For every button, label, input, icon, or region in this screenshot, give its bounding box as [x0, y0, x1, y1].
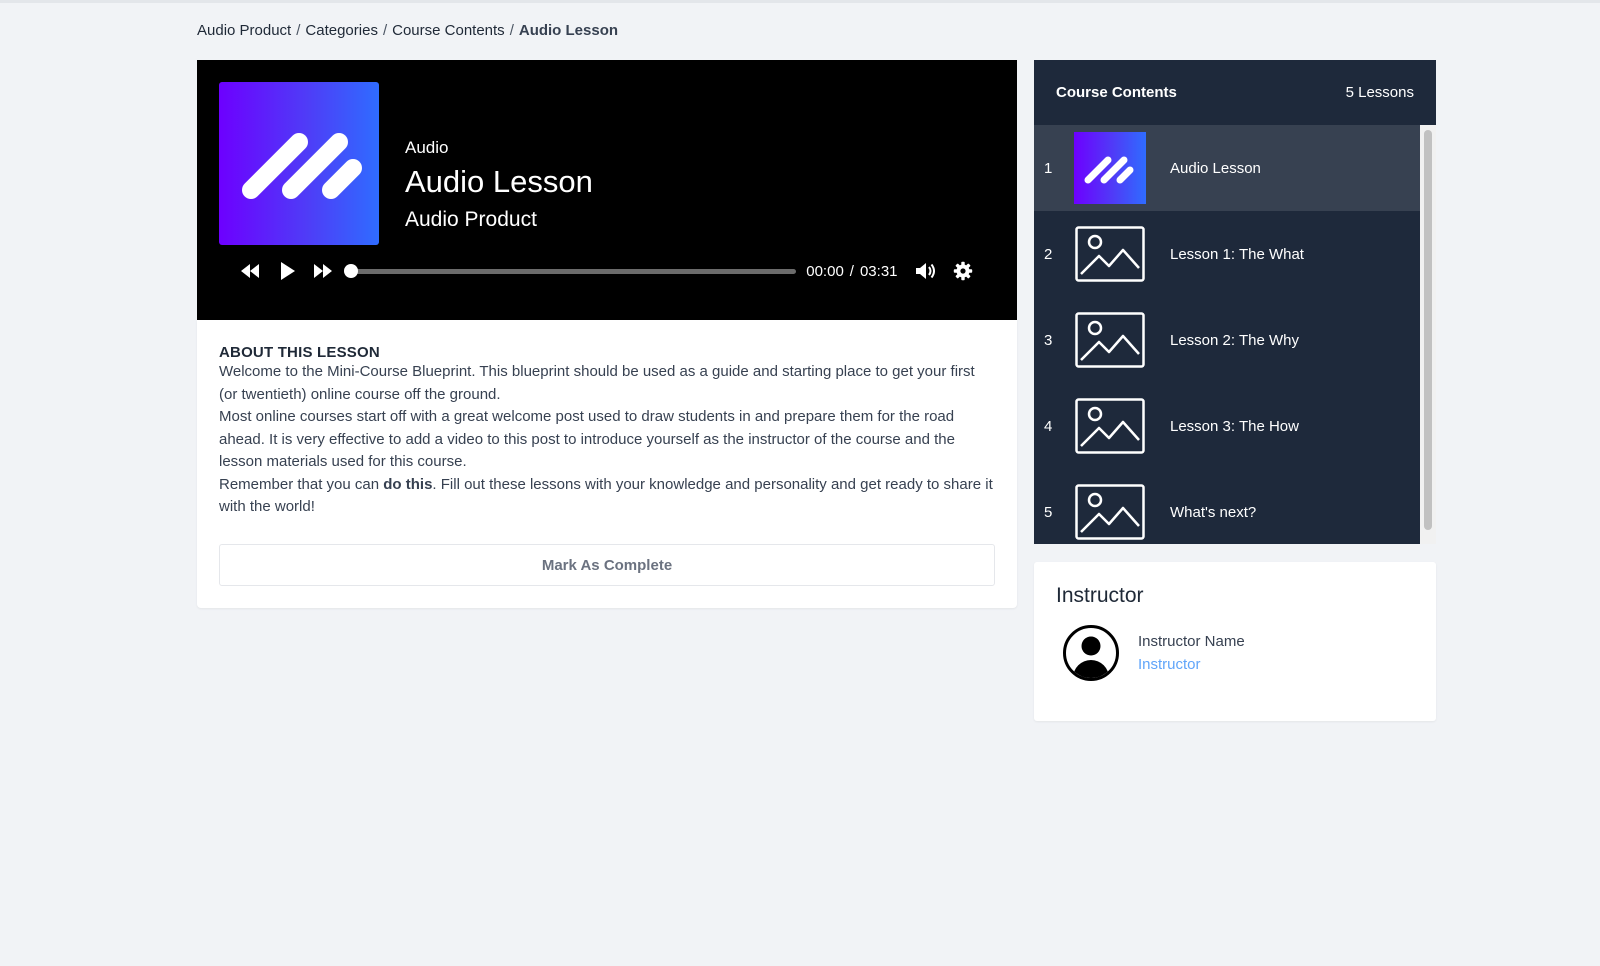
- about-paragraph: Welcome to the Mini-Course Blueprint. Th…: [219, 363, 975, 403]
- time-separator: /: [849, 262, 854, 280]
- lesson-number: 4: [1044, 417, 1053, 435]
- player-meta: Audio Audio Lesson Audio Product: [405, 138, 593, 232]
- instructor-row: Instructor Name Instructor: [1056, 624, 1414, 682]
- lesson-title: What's next?: [1170, 503, 1257, 521]
- lesson-item[interactable]: 4 Lesson 3: The How: [1034, 383, 1420, 469]
- top-divider: [0, 0, 1600, 3]
- breadcrumb-separator: /: [382, 22, 388, 39]
- breadcrumb-course-contents[interactable]: Course Contents: [392, 22, 505, 39]
- lesson-count: 5 Lessons: [1345, 84, 1414, 101]
- lesson-number: 5: [1044, 503, 1053, 521]
- course-contents-header: Course Contents 5 Lessons: [1034, 60, 1436, 125]
- lesson-item[interactable]: 3 Lesson 2: The Why: [1034, 297, 1420, 383]
- about-text: Remember that you can: [219, 475, 384, 493]
- time-current: 00:00: [806, 262, 844, 280]
- time-readout: 00:00 / 03:31: [806, 263, 897, 280]
- lesson-title: Audio Lesson: [1170, 159, 1261, 177]
- lesson-thumbnail: [1074, 390, 1146, 462]
- volume-icon: [916, 263, 936, 279]
- play-button[interactable]: [272, 256, 302, 286]
- lesson-title: Lesson 3: The How: [1170, 417, 1299, 435]
- image-placeholder-icon: [1075, 484, 1145, 540]
- audio-player: Audio Audio Lesson Audio Product 00:00 /…: [197, 60, 1017, 320]
- instructor-name: Instructor Name: [1138, 633, 1245, 650]
- lesson-item[interactable]: 1 Audio Lesson: [1034, 125, 1420, 211]
- player-product: Audio Product: [405, 208, 537, 231]
- instructor-heading: Instructor: [1056, 584, 1144, 607]
- gear-icon: [953, 261, 973, 281]
- settings-button[interactable]: [948, 256, 978, 286]
- about-heading: ABOUT THIS LESSON: [219, 344, 380, 361]
- course-contents-panel: Course Contents 5 Lessons 1 Audio Lesson 2…: [1034, 60, 1436, 544]
- lesson-thumbnail: [1074, 218, 1146, 290]
- lesson-artwork: [219, 82, 379, 245]
- rewind-button[interactable]: [235, 256, 265, 286]
- about-paragraph: Remember that you can do this. Fill out …: [219, 474, 995, 519]
- seek-bar-handle[interactable]: [344, 263, 359, 278]
- about-emphasis: do this: [383, 475, 433, 493]
- image-placeholder-icon: [1075, 398, 1145, 454]
- about-lesson-card: ABOUT THIS LESSON Welcome to the Mini-Co…: [197, 320, 1017, 608]
- breadcrumb-separator: /: [296, 22, 301, 39]
- lesson-number: 1: [1044, 159, 1053, 177]
- brand-logo-icon: [1084, 156, 1134, 184]
- fast-forward-button[interactable]: [309, 256, 339, 286]
- play-icon: [280, 262, 295, 280]
- image-placeholder-icon: [1075, 312, 1145, 368]
- lesson-title: Lesson 2: The Why: [1170, 331, 1299, 349]
- lesson-thumbnail: [1074, 476, 1146, 544]
- lesson-item[interactable]: 5 What's next?: [1034, 469, 1420, 544]
- instructor-info: Instructor Name Instructor: [1138, 633, 1245, 673]
- media-kind: Audio: [405, 138, 449, 157]
- lesson-list: 1 Audio Lesson 2 Lesson 1: The What 3 Lesson …: [1034, 125, 1420, 544]
- lesson-number: 2: [1044, 245, 1053, 263]
- breadcrumb-current: Audio Lesson: [518, 22, 619, 39]
- about-paragraph: Most online courses start off with a gre…: [219, 408, 955, 470]
- lesson-thumbnail: [1074, 304, 1146, 376]
- instructor-card: Instructor Instructor Name Instructor: [1034, 562, 1436, 721]
- time-total: 03:31: [859, 262, 898, 280]
- image-placeholder-icon: [1075, 226, 1145, 282]
- brand-logo-icon: [242, 133, 362, 199]
- seek-bar[interactable]: [344, 263, 797, 278]
- lesson-list-scrollbar[interactable]: [1420, 125, 1436, 544]
- avatar-icon: [1063, 625, 1119, 681]
- breadcrumb-audio-product[interactable]: Audio Product: [197, 22, 291, 39]
- course-contents-title: Course Contents: [1056, 84, 1177, 101]
- mark-complete-button[interactable]: Mark As Complete: [219, 544, 995, 586]
- lesson-item[interactable]: 2 Lesson 1: The What: [1034, 211, 1420, 297]
- lesson-number: 3: [1044, 331, 1053, 349]
- volume-button[interactable]: [912, 256, 942, 286]
- breadcrumb: Audio Product / Categories / Course Cont…: [197, 22, 618, 39]
- lesson-title: Lesson 1: The What: [1170, 245, 1304, 263]
- rewind-icon: [240, 264, 259, 278]
- lesson-thumbnail: [1074, 132, 1146, 204]
- instructor-role-link[interactable]: Instructor: [1138, 656, 1245, 673]
- breadcrumb-separator: /: [509, 22, 514, 39]
- player-title: Audio Lesson: [405, 164, 593, 199]
- fast-forward-icon: [314, 264, 333, 278]
- player-controls: 00:00 / 03:31: [235, 256, 985, 286]
- scrollbar-thumb[interactable]: [1424, 130, 1432, 530]
- breadcrumb-categories[interactable]: Categories: [305, 22, 378, 39]
